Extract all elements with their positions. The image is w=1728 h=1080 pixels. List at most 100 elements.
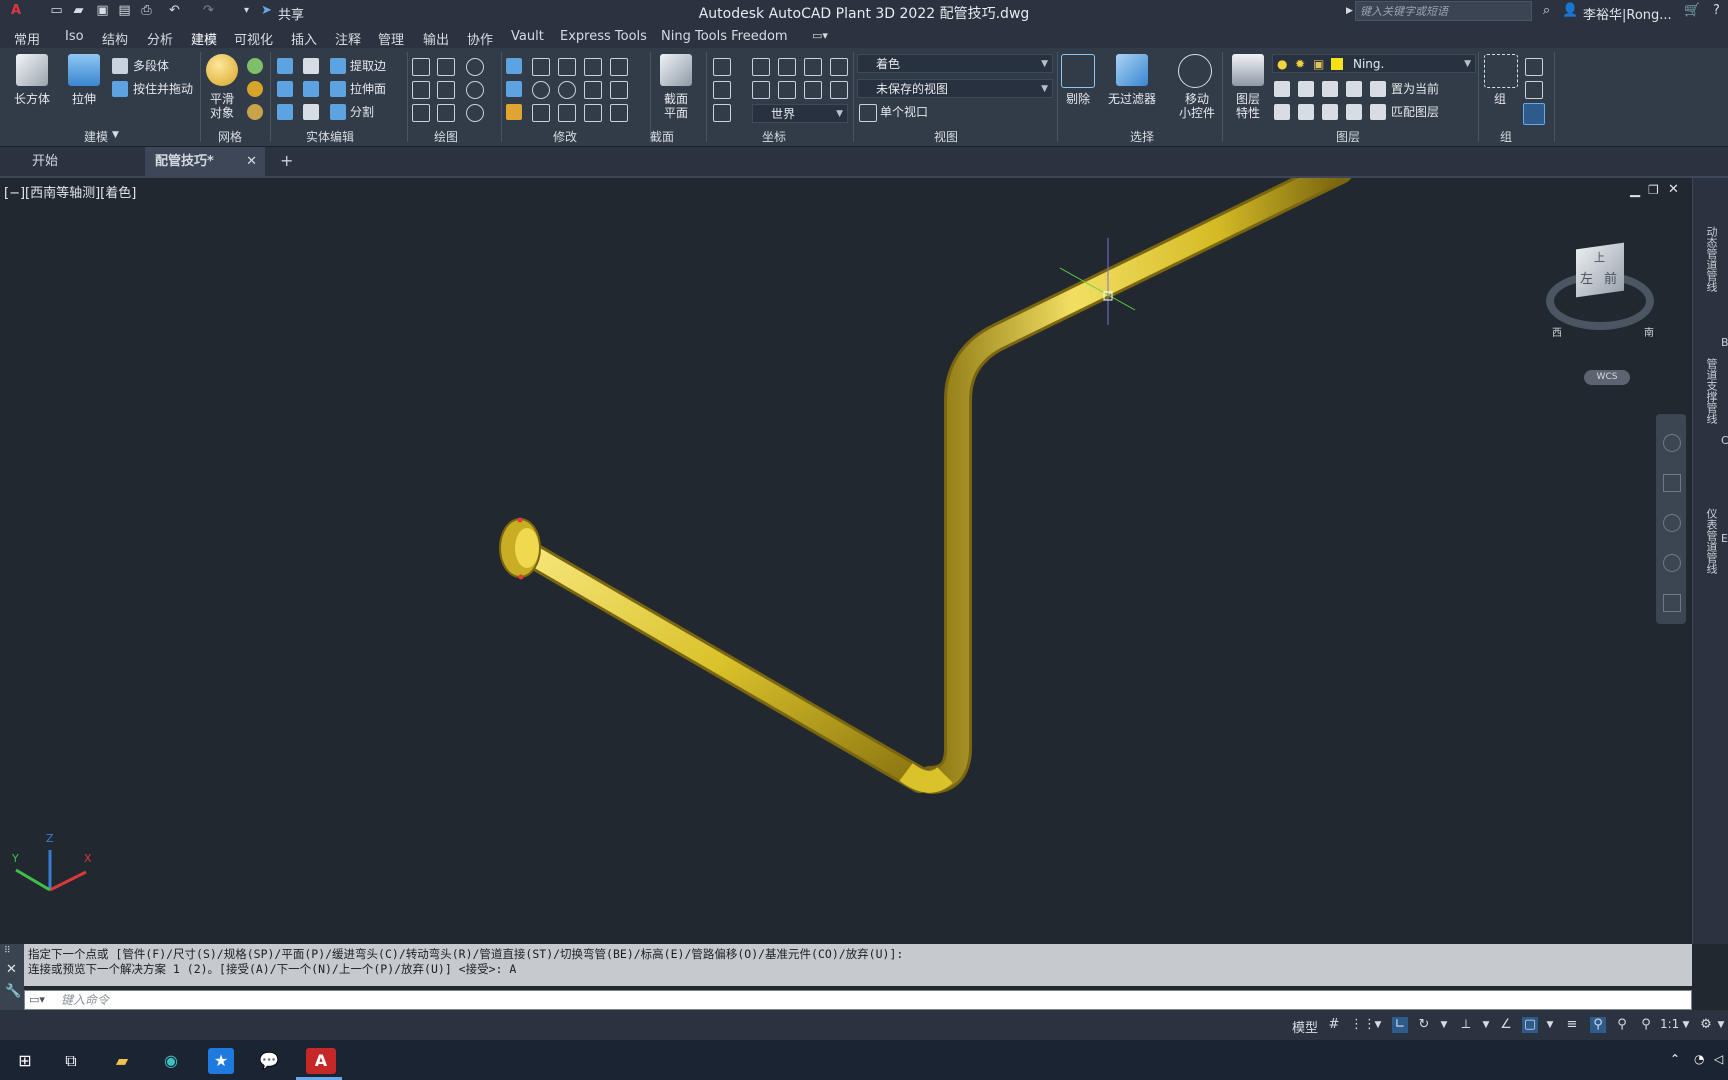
fillet-icon[interactable] bbox=[610, 81, 628, 99]
command-close-icon[interactable]: ✕ bbox=[6, 962, 17, 977]
group-tool-2-icon[interactable] bbox=[1525, 81, 1543, 99]
ucs-zaxis-icon[interactable] bbox=[830, 81, 848, 99]
network-icon[interactable]: ◔ bbox=[1694, 1052, 1704, 1066]
snap-dropdown-icon[interactable]: ▼ bbox=[1370, 1017, 1386, 1033]
cull-icon[interactable] bbox=[1061, 54, 1095, 88]
doc-tab-start[interactable]: 开始 bbox=[0, 147, 145, 176]
spline-icon[interactable] bbox=[412, 58, 430, 76]
ucs-object-icon[interactable] bbox=[778, 81, 796, 99]
doc-tab-drawing[interactable]: 配管技巧* ✕ bbox=[145, 147, 265, 176]
arc-icon[interactable] bbox=[466, 58, 484, 76]
tool-palette-strip[interactable]: 动态管道管线 管道支撑管线 仪表管道管线 B C E bbox=[1692, 178, 1728, 944]
command-grip-icon[interactable]: ⠿ bbox=[4, 946, 11, 956]
osnap-dropdown-icon[interactable]: ▼ bbox=[1542, 1017, 1558, 1033]
group-icon[interactable] bbox=[1484, 54, 1518, 88]
single-viewport-label[interactable]: 单个视口 bbox=[880, 105, 928, 119]
layer-tool-6-icon[interactable] bbox=[1298, 104, 1314, 120]
steering-wheel-icon[interactable] bbox=[1663, 434, 1681, 452]
move-gizmo-icon[interactable] bbox=[1178, 54, 1212, 88]
tab-home[interactable]: 常用 bbox=[14, 29, 40, 48]
separate-label[interactable]: 分割 bbox=[350, 105, 374, 119]
palette-tab-dynamic-pipe[interactable]: 动态管道管线 bbox=[1703, 226, 1719, 292]
pipe-run[interactable] bbox=[507, 178, 1352, 794]
solid-edit-panel-label[interactable]: 实体编辑 bbox=[306, 128, 354, 145]
command-customize-icon[interactable]: 🔧 bbox=[5, 984, 21, 999]
layer-select[interactable]: ● ✹ ▣ Ning. ▼ bbox=[1272, 54, 1476, 73]
ortho-icon[interactable]: ∟ bbox=[1392, 1017, 1408, 1033]
group-tool-1-icon[interactable] bbox=[1525, 58, 1543, 76]
circle-icon[interactable] bbox=[466, 81, 484, 99]
ucs-prev-icon[interactable] bbox=[752, 81, 770, 99]
layer-tool-7-icon[interactable] bbox=[1322, 104, 1338, 120]
presspull-icon[interactable] bbox=[112, 81, 128, 97]
solid-edit-2-icon[interactable] bbox=[303, 58, 319, 74]
no-filter-label[interactable]: 无过滤器 bbox=[1108, 92, 1156, 106]
workspace-gear-icon[interactable]: ⚙ bbox=[1698, 1017, 1714, 1033]
layer-properties-label[interactable]: 图层 特性 bbox=[1236, 92, 1260, 120]
rectangle-icon[interactable] bbox=[437, 104, 455, 122]
selection-panel-label[interactable]: 选择 bbox=[1130, 128, 1154, 145]
tab-collaborate[interactable]: 协作 bbox=[467, 29, 493, 48]
ellipse-icon[interactable] bbox=[466, 104, 484, 122]
intersect-icon[interactable] bbox=[277, 104, 293, 120]
extrude-faces-label[interactable]: 拉伸面 bbox=[350, 82, 386, 96]
pinned-app-icon[interactable]: ★ bbox=[208, 1048, 234, 1074]
mesh-tool-1-icon[interactable] bbox=[247, 58, 263, 74]
command-input[interactable]: ▭▾ 键入命令 bbox=[24, 990, 1692, 1010]
user-icon[interactable]: 👤 bbox=[1562, 3, 1579, 19]
mesh-panel-label[interactable]: 网格 bbox=[218, 128, 242, 145]
tab-manage[interactable]: 管理 bbox=[378, 29, 404, 48]
layer-tool-4-icon[interactable] bbox=[1346, 81, 1362, 97]
3d-array-icon[interactable] bbox=[532, 81, 550, 99]
polar-dropdown-icon[interactable]: ▼ bbox=[1436, 1017, 1452, 1033]
extract-edges-icon[interactable] bbox=[330, 58, 346, 74]
tab-output[interactable]: 输出 bbox=[423, 29, 449, 48]
user-name[interactable]: 李裕华|Rong... bbox=[1583, 4, 1672, 23]
groups-panel-label[interactable]: 组 bbox=[1500, 128, 1512, 145]
edge-browser-icon[interactable]: ◉ bbox=[158, 1048, 184, 1074]
annotation-scale-icon[interactable]: ⚲ bbox=[1638, 1017, 1654, 1033]
section-panel-label[interactable]: 截面 bbox=[650, 128, 674, 145]
solid-edit-3-icon[interactable] bbox=[303, 81, 319, 97]
ucs-icon[interactable] bbox=[713, 58, 731, 76]
smooth-object-label[interactable]: 平滑 对象 bbox=[210, 92, 234, 120]
tab-express-tools[interactable]: Express Tools bbox=[560, 29, 647, 44]
workspace-dropdown-icon[interactable]: ▼ bbox=[1716, 1017, 1726, 1033]
isodraft-icon[interactable]: ⟂ bbox=[1458, 1017, 1474, 1033]
windows-start-icon[interactable]: ⊞ bbox=[12, 1048, 38, 1074]
mesh-tool-2-icon[interactable] bbox=[247, 81, 263, 97]
file-explorer-icon[interactable]: ▰ bbox=[109, 1048, 135, 1074]
set-current-icon[interactable] bbox=[1370, 81, 1386, 97]
polyline-icon[interactable] bbox=[412, 81, 430, 99]
box-label[interactable]: 长方体 bbox=[14, 92, 50, 106]
object-snap-icon[interactable]: ▢ bbox=[1522, 1017, 1538, 1033]
viewcube-front-label[interactable]: 前 bbox=[1604, 268, 1617, 287]
group-label[interactable]: 组 bbox=[1494, 92, 1506, 106]
group-selection-icon[interactable] bbox=[1523, 103, 1545, 125]
ucs-origin-icon[interactable] bbox=[713, 81, 731, 99]
polysolid-label[interactable]: 多段体 bbox=[133, 59, 169, 73]
modeling-panel-label[interactable]: 建模 bbox=[84, 128, 108, 145]
tab-analysis[interactable]: 分析 bbox=[147, 29, 173, 48]
layer-tool-1-icon[interactable] bbox=[1274, 81, 1290, 97]
ucs-x-icon[interactable] bbox=[778, 58, 796, 76]
ucs-face-icon[interactable] bbox=[804, 81, 822, 99]
layer-tool-5-icon[interactable] bbox=[1274, 104, 1290, 120]
offset-icon[interactable] bbox=[584, 104, 602, 122]
move-gizmo-label[interactable]: 移动 小控件 bbox=[1179, 92, 1215, 120]
modify-panel-label[interactable]: 修改 bbox=[553, 128, 577, 145]
layer-tool-3-icon[interactable] bbox=[1322, 81, 1338, 97]
3d-rotate-icon[interactable] bbox=[506, 81, 522, 97]
3d-align-icon[interactable] bbox=[532, 58, 550, 76]
trim-icon[interactable] bbox=[610, 58, 628, 76]
coordinates-panel-label[interactable]: 坐标 bbox=[762, 128, 786, 145]
layer-tool-8-icon[interactable] bbox=[1346, 104, 1362, 120]
pipe-flange[interactable] bbox=[499, 517, 541, 580]
palette-tab-instrument-pipe[interactable]: 仪表管道管线 bbox=[1703, 508, 1719, 574]
3d-scale-icon[interactable] bbox=[532, 104, 550, 122]
pipe-model[interactable] bbox=[0, 178, 1692, 944]
match-layer-label[interactable]: 匹配图层 bbox=[1391, 105, 1439, 119]
mirror-icon[interactable] bbox=[506, 58, 522, 74]
tab-insert[interactable]: 插入 bbox=[291, 29, 317, 48]
named-view-select[interactable]: 未保存的视图 ▼ bbox=[857, 79, 1053, 98]
